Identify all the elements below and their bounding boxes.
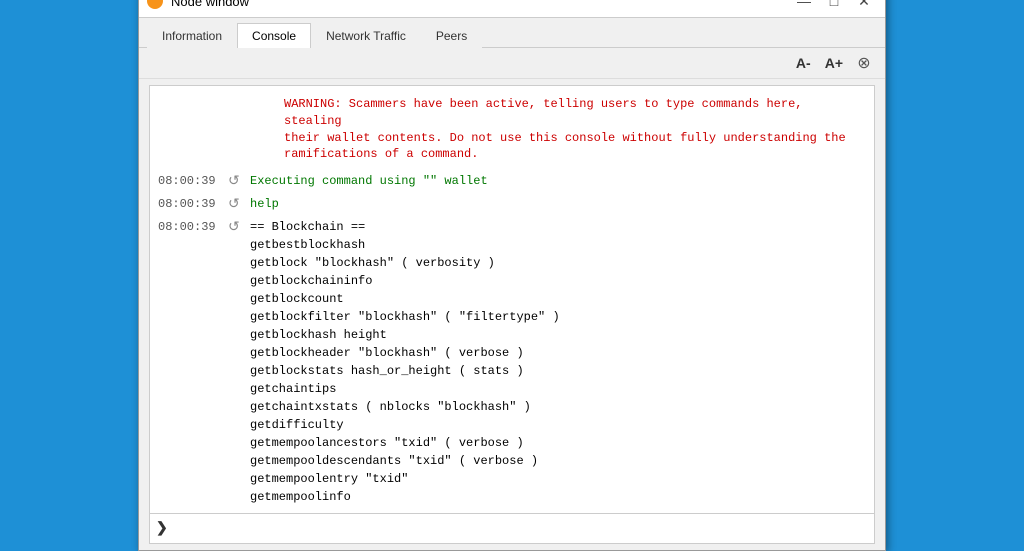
window-controls: — □ ✕ <box>791 0 877 12</box>
log-content: help <box>250 195 279 213</box>
maximize-button[interactable]: □ <box>821 0 847 12</box>
log-entry: 08:00:39↺help <box>154 194 870 217</box>
tab-peers[interactable]: Peers <box>421 23 482 48</box>
console-toolbar: A- A+ ⊗ <box>139 48 885 79</box>
warning-message: WARNING: Scammers have been active, tell… <box>154 92 870 167</box>
command-bar: ❯ <box>150 513 874 543</box>
command-prompt-icon: ❯ <box>156 520 168 537</box>
console-area: WARNING: Scammers have been active, tell… <box>149 85 875 544</box>
log-content: == Blockchain == getbestblockhash getblo… <box>250 218 560 506</box>
title-bar: Node window — □ ✕ <box>139 0 885 18</box>
font-decrease-button[interactable]: A- <box>792 53 815 73</box>
clear-console-button[interactable]: ⊗ <box>853 52 875 74</box>
log-icon: ↺ <box>228 172 250 193</box>
log-icon: ↺ <box>228 195 250 216</box>
log-time: 08:00:39 <box>158 172 228 190</box>
console-output[interactable]: WARNING: Scammers have been active, tell… <box>150 86 874 513</box>
font-increase-button[interactable]: A+ <box>821 53 847 73</box>
app-icon <box>147 0 163 9</box>
log-container: 08:00:39↺Executing command using "" wall… <box>154 171 870 507</box>
tab-bar: Information Console Network Traffic Peer… <box>139 18 885 48</box>
node-window: Node window — □ ✕ Information Console Ne… <box>138 0 886 551</box>
command-input[interactable] <box>174 522 868 536</box>
minimize-button[interactable]: — <box>791 0 817 12</box>
window-title: Node window <box>171 0 791 9</box>
log-content: Executing command using "" wallet <box>250 172 488 190</box>
log-time: 08:00:39 <box>158 195 228 213</box>
log-icon: ↺ <box>228 218 250 239</box>
log-entry: 08:00:39↺Executing command using "" wall… <box>154 171 870 194</box>
log-time: 08:00:39 <box>158 218 228 236</box>
tab-information[interactable]: Information <box>147 23 237 48</box>
log-entry: 08:00:39↺== Blockchain == getbestblockha… <box>154 217 870 507</box>
tab-console[interactable]: Console <box>237 23 311 48</box>
tab-network-traffic[interactable]: Network Traffic <box>311 23 421 48</box>
close-button[interactable]: ✕ <box>851 0 877 12</box>
